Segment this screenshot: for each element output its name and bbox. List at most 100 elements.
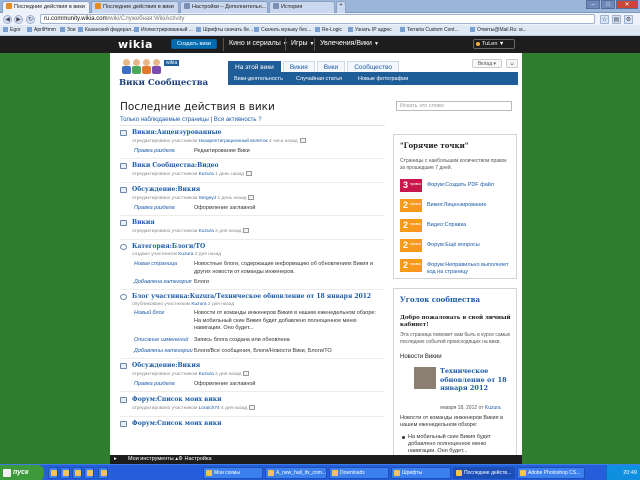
- wiki-wordmark[interactable]: wikia: [120, 59, 180, 75]
- diff-icon[interactable]: [243, 228, 250, 233]
- quicklaunch-icon[interactable]: [98, 467, 108, 479]
- folder-icon: [268, 470, 274, 476]
- bookmark[interactable]: AprilHmm: [27, 27, 56, 33]
- wiki-name[interactable]: Вики Сообщества: [119, 78, 208, 88]
- customize-button[interactable]: ⚙ Настройка: [178, 456, 212, 462]
- toolbar-collapse-icon[interactable]: ▸: [114, 456, 117, 462]
- activity-filter: Только наблюдаемые страницы | Вся активн…: [120, 117, 262, 123]
- system-tray-clock: 20:49: [606, 465, 640, 480]
- bookmark[interactable]: Казанский федерал...: [78, 27, 135, 33]
- edit-count-badge: 2 правок: [400, 239, 422, 252]
- activity-meta: отредактировано участником SergeyJ 1 ден…: [132, 195, 255, 201]
- diff-icon[interactable]: [249, 405, 256, 410]
- wikia-logo[interactable]: wikia: [118, 38, 153, 51]
- start-button[interactable]: пуск: [0, 465, 44, 480]
- divider: [120, 182, 385, 183]
- hot-spot-link[interactable]: Викия:Лицензирование: [427, 202, 512, 209]
- wikia-favicon-icon: [6, 3, 12, 9]
- gear-icon: ⚙: [178, 456, 183, 462]
- diff-icon[interactable]: [248, 195, 255, 200]
- quicklaunch-icon[interactable]: [72, 467, 82, 479]
- taskbar-item[interactable]: A_new_hall_ifx_com...: [265, 467, 327, 479]
- history-icon: [273, 3, 279, 9]
- nav-games[interactable]: Игры ▼: [291, 40, 314, 47]
- news-bullet: На мобильный скин Викия будет добавлено …: [402, 434, 508, 455]
- activity-title[interactable]: Обсуждение:Викия: [132, 186, 200, 193]
- bookmark[interactable]: Иллюстрированный ...: [134, 27, 193, 33]
- search-input[interactable]: Искать это слово: [396, 101, 512, 111]
- bookmark[interactable]: Egor: [3, 27, 21, 33]
- page-menu-icon[interactable]: ▤: [612, 15, 621, 24]
- close-icon[interactable]: ✕: [616, 0, 638, 9]
- tab-on-this-wiki[interactable]: На этой вики: [228, 61, 281, 72]
- bookmark[interactable]: Скачать музыку бес...: [254, 27, 311, 33]
- taskbar-item[interactable]: Мои схемы: [203, 467, 263, 479]
- diff-icon[interactable]: [243, 371, 250, 376]
- nav-hobbies[interactable]: Увлечения/Вики ▼: [320, 40, 379, 47]
- browser-tab-1[interactable]: Последние действия в вики: [2, 1, 90, 13]
- bookmark[interactable]: Re-Logic: [315, 27, 342, 33]
- hot-spot-link[interactable]: Форум:Создать PDF файл: [427, 182, 512, 189]
- activity-title[interactable]: Блог участника:Kuzura/Техническое обновл…: [132, 293, 371, 300]
- forum-icon: [120, 421, 127, 427]
- bookmark[interactable]: Terraria Custom Cont...: [400, 27, 459, 33]
- diff-icon[interactable]: [246, 171, 253, 176]
- activity-title[interactable]: Форум:Список моих вики: [132, 420, 222, 427]
- browser-tab-3[interactable]: Настройки – Дополнительн...: [180, 1, 268, 13]
- bookmark[interactable]: Зои: [60, 27, 76, 33]
- activity-title[interactable]: Обсуждение:Викия: [132, 362, 200, 369]
- hot-spot-link[interactable]: Видео:Справка: [427, 222, 512, 229]
- taskbar-item[interactable]: Шрифты: [391, 467, 451, 479]
- all-activity-link[interactable]: Вся активность: [214, 117, 257, 123]
- hot-spot-link[interactable]: Форум:Неправильно выполняет код на стран…: [427, 262, 512, 275]
- diff-icon[interactable]: [299, 138, 306, 143]
- taskbar-item[interactable]: Downloads: [329, 467, 389, 479]
- subnav-new-photos[interactable]: Новые фотографии: [358, 76, 408, 82]
- hot-spot-item: 2 правок Форум:Неправильно выполняет код …: [400, 259, 512, 275]
- browser-tab-2[interactable]: Последние действия в вики: [91, 1, 179, 13]
- quicklaunch-icon[interactable]: [60, 467, 70, 479]
- activity-meta: отредактировано участником Kuzura 1 день…: [132, 171, 253, 177]
- bookmark[interactable]: Шрифты скачать бе...: [196, 27, 253, 33]
- subnav-wiki-activity[interactable]: Вики-деятельность: [234, 76, 283, 82]
- watched-only-link[interactable]: Только наблюдаемые страницы: [120, 117, 209, 123]
- subnav-random-page[interactable]: Случайная статья: [296, 76, 342, 82]
- taskbar-item[interactable]: Adobe Photoshop CS...: [517, 467, 585, 479]
- user-menu[interactable]: TuLen ▼: [473, 39, 515, 49]
- back-icon[interactable]: ◀: [3, 15, 12, 24]
- maximize-icon[interactable]: □: [601, 0, 615, 9]
- quicklaunch-icon[interactable]: [48, 467, 58, 479]
- news-thumbnail[interactable]: [414, 367, 436, 389]
- browser-tab-4[interactable]: История: [269, 1, 335, 13]
- activity-title[interactable]: Форум:Список моих вики: [132, 396, 222, 403]
- url-input[interactable]: ru.community.wikia.com/wiki/Служебная:Wi…: [40, 14, 595, 24]
- minimize-icon[interactable]: –: [586, 0, 600, 9]
- hot-spot-link[interactable]: Форум:Ещё вопросы: [427, 242, 512, 249]
- edit-count-badge: 2 правок: [400, 199, 422, 212]
- wrench-icon[interactable]: ⚙: [624, 15, 633, 24]
- bookmark[interactable]: Ответы@Mail.Ru: м...: [470, 27, 527, 33]
- user-icon[interactable]: ☺: [506, 59, 518, 68]
- activity-title[interactable]: Викия:Анцензурованные: [132, 129, 221, 136]
- tab-wiki[interactable]: Вики: [316, 61, 346, 72]
- activity-title[interactable]: Вики Сообщества:Видео: [132, 162, 218, 169]
- taskbar-item[interactable]: Последние действ...: [453, 467, 515, 479]
- activity-title[interactable]: Викия: [132, 219, 155, 226]
- create-wiki-button[interactable]: Создать вики: [171, 39, 217, 49]
- new-tab-button[interactable]: +: [336, 1, 346, 13]
- reload-icon[interactable]: ↻: [26, 15, 35, 24]
- contributions-button[interactable]: Вклад ▾: [472, 59, 502, 68]
- tab-community[interactable]: Сообщество: [347, 61, 399, 72]
- quicklaunch-icon[interactable]: [84, 467, 94, 479]
- nav-movies-tv[interactable]: Кино и сериалы▼: [229, 40, 288, 47]
- activity-title[interactable]: Категория:Блоги/ТО: [132, 243, 205, 250]
- news-headline-link[interactable]: Техническое обновление от 18 января 2012: [440, 367, 510, 393]
- divider: [223, 38, 224, 51]
- my-tools-button[interactable]: Мои инструменты ▴: [128, 456, 178, 462]
- divider: [285, 38, 286, 51]
- bookmark[interactable]: Узнать IP адрес: [348, 27, 392, 33]
- forward-icon[interactable]: ▶: [14, 15, 23, 24]
- chevron-down-icon: ▼: [373, 41, 379, 47]
- tab-wikia[interactable]: Викия: [282, 61, 315, 72]
- star-icon[interactable]: ☆: [600, 15, 609, 24]
